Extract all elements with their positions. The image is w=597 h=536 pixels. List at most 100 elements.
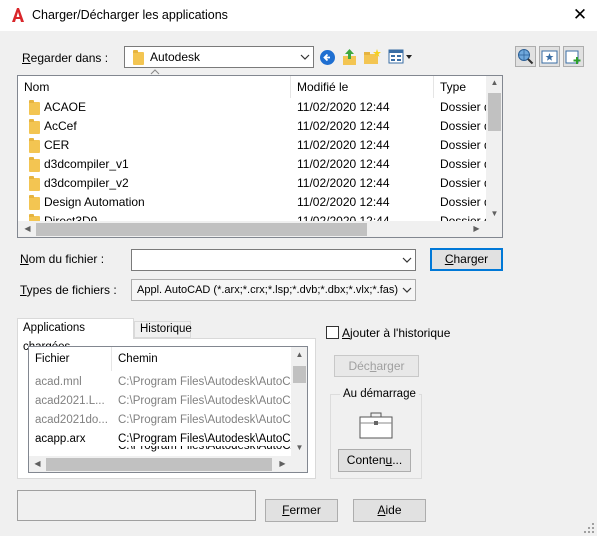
scroll-up-icon[interactable]: ▲	[486, 78, 502, 87]
scroll-right-icon[interactable]: ▶	[274, 459, 291, 468]
file-list-hscrollbar[interactable]: ◀ ▶	[18, 221, 502, 237]
look-in-combo[interactable]: Autodesk	[124, 46, 314, 68]
column-header-path[interactable]: Chemin	[112, 347, 292, 371]
favorites-button[interactable]	[539, 46, 560, 67]
file-type: Dossier d	[440, 176, 488, 190]
close-mnemonic: F	[282, 503, 290, 517]
look-in-label: Regarder dans :	[22, 51, 108, 65]
file-row[interactable]: CER 11/02/2020 12:44 Dossier d	[18, 136, 488, 155]
column-header-name[interactable]: Nom	[18, 76, 291, 98]
loaded-app-row[interactable]: C:\Program Files\Autodesk\AutoCA...	[29, 446, 292, 456]
file-modified: 11/02/2020 12:44	[297, 138, 390, 152]
app-path: C:\Program Files\Autodesk\AutoCA...	[118, 414, 292, 426]
file-row[interactable]: AcCef 11/02/2020 12:44 Dossier d	[18, 117, 488, 136]
add-history-label-rest: jouter à l'historique	[350, 326, 451, 340]
unload-button[interactable]: Décharger	[334, 355, 419, 377]
new-folder-icon[interactable]	[363, 48, 381, 65]
file-name-label-rest: om du fichier :	[28, 252, 105, 266]
load-button[interactable]: Charger	[430, 248, 503, 271]
close-icon[interactable]: ✕	[571, 5, 589, 25]
file-type: Dossier d	[440, 157, 488, 171]
app-file: acad2021do...	[35, 414, 108, 426]
scroll-thumb[interactable]	[36, 223, 367, 236]
scroll-thumb[interactable]	[488, 93, 501, 131]
file-list-vscrollbar[interactable]: ▲ ▼	[486, 76, 502, 221]
status-box	[17, 490, 256, 521]
close-label: ermer	[289, 503, 321, 517]
scroll-thumb[interactable]	[46, 458, 272, 471]
loaded-apps-list[interactable]: Fichier Chemin acad.mnl C:\Program Files…	[28, 346, 308, 473]
file-row[interactable]: Design Automation 11/02/2020 12:44 Dossi…	[18, 193, 488, 212]
folder-icon	[29, 119, 40, 134]
add-to-history-label[interactable]: Ajouter à l'historique	[342, 326, 450, 340]
help-button[interactable]: Aide	[353, 499, 426, 522]
look-in-mnemonic: R	[22, 51, 31, 65]
file-type: Dossier d	[440, 138, 488, 152]
contents-button[interactable]: Contenu...	[338, 449, 411, 472]
globe-search-icon	[518, 49, 534, 65]
scroll-down-icon[interactable]: ▼	[486, 209, 502, 218]
file-name: AcCef	[44, 119, 77, 133]
search-web-button[interactable]	[515, 46, 536, 67]
folder-icon	[29, 100, 40, 115]
scroll-down-icon[interactable]: ▼	[291, 443, 307, 452]
app-file: acad.mnl	[35, 376, 82, 388]
app-path: C:\Program Files\Autodesk\AutoCA...	[118, 446, 292, 452]
add-to-history-checkbox[interactable]	[326, 326, 339, 339]
column-header-modified[interactable]: Modifié le	[291, 76, 434, 98]
file-modified: 11/02/2020 12:44	[297, 176, 390, 190]
autocad-logo-icon	[12, 8, 24, 22]
tab-history[interactable]: Historique	[134, 321, 192, 338]
file-list[interactable]: Nom Modifié le Type ACAOE 11/02/2020 12:…	[17, 75, 503, 238]
close-button[interactable]: Fermer	[265, 499, 338, 522]
folder-icon	[29, 157, 40, 172]
back-arrow-icon[interactable]	[319, 49, 336, 66]
window-title: Charger/Décharger les applications	[32, 8, 228, 22]
file-types-select[interactable]: Appl. AutoCAD (*.arx;*.crx;*.lsp;*.dvb;*…	[131, 279, 416, 301]
chevron-down-icon	[300, 54, 310, 60]
app-path: C:\Program Files\Autodesk\AutoCA...	[118, 395, 292, 407]
unload-label-pre: Déc	[348, 359, 370, 373]
file-type: Dossier d	[440, 119, 488, 133]
scroll-thumb[interactable]	[293, 366, 306, 383]
file-name: Design Automation	[44, 195, 145, 209]
loaded-app-row[interactable]: acad.mnl C:\Program Files\Autodesk\AutoC…	[29, 373, 292, 392]
file-row[interactable]: d3dcompiler_v2 11/02/2020 12:44 Dossier …	[18, 174, 488, 193]
title-bar: Charger/Décharger les applications ✕	[0, 0, 597, 31]
file-type: Dossier d	[440, 195, 488, 209]
app-file: acad2021.L...	[35, 395, 105, 407]
folder-icon	[29, 138, 40, 153]
column-header-type[interactable]: Type	[434, 76, 488, 98]
file-row[interactable]: ACAOE 11/02/2020 12:44 Dossier d	[18, 98, 488, 117]
chevron-down-icon[interactable]	[402, 255, 412, 265]
scroll-left-icon[interactable]: ◀	[29, 459, 46, 468]
folder-icon	[133, 50, 144, 65]
app-path: C:\Program Files\Autodesk\AutoCA...	[118, 376, 292, 388]
apps-vscrollbar[interactable]: ▲ ▼	[291, 347, 307, 456]
load-label: harger	[453, 252, 489, 266]
scroll-up-icon[interactable]: ▲	[291, 350, 307, 359]
scroll-left-icon[interactable]: ◀	[19, 224, 36, 233]
look-in-value: Autodesk	[150, 50, 201, 64]
view-menu-icon[interactable]	[388, 49, 414, 65]
file-row[interactable]: d3dcompiler_v1 11/02/2020 12:44 Dossier …	[18, 155, 488, 174]
tab-loaded-applications[interactable]: Applications chargées	[17, 318, 134, 353]
folder-icon	[29, 176, 40, 191]
file-name-input[interactable]	[131, 249, 416, 271]
unload-label-rest: arger	[376, 359, 405, 373]
apps-hscrollbar[interactable]: ◀ ▶	[29, 456, 307, 472]
file-modified: 11/02/2020 12:44	[297, 157, 390, 171]
file-name: CER	[44, 138, 70, 152]
up-folder-icon[interactable]	[341, 48, 358, 66]
file-type: Dossier d	[440, 100, 488, 114]
resize-grip-icon[interactable]	[583, 522, 595, 534]
scroll-right-icon[interactable]: ▶	[468, 224, 485, 233]
loaded-app-row[interactable]: acad2021do... C:\Program Files\Autodesk\…	[29, 411, 292, 430]
help-mnemonic: A	[377, 503, 386, 517]
column-header-file[interactable]: Fichier	[29, 347, 112, 371]
contents-label-pre: Conten	[346, 453, 386, 467]
loaded-app-row[interactable]: acad2021.L... C:\Program Files\Autodesk\…	[29, 392, 292, 411]
add-favorite-button[interactable]	[563, 46, 584, 67]
look-in-label-rest: egarder dans :	[30, 51, 109, 65]
contents-label-rest: ...	[392, 453, 403, 467]
